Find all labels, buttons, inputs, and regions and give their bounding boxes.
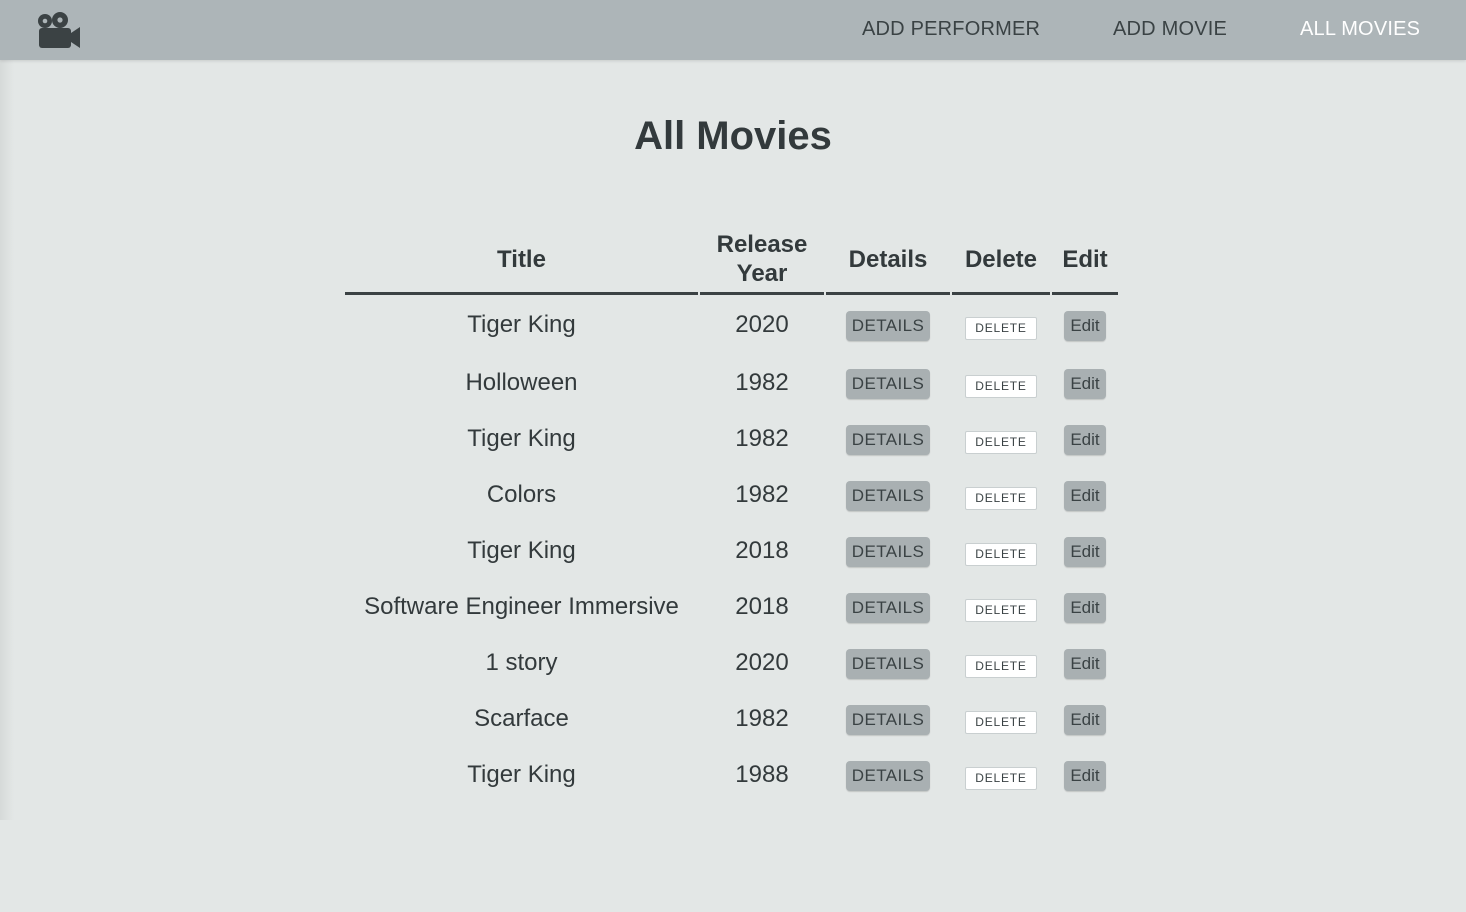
edit-cell: Edit <box>1052 411 1118 467</box>
table-row: Software Engineer Immersive 2018 DETAILS… <box>345 579 1118 635</box>
left-edge-shadow <box>0 60 14 820</box>
edit-button[interactable]: Edit <box>1064 310 1106 341</box>
edit-button[interactable]: Edit <box>1064 480 1106 511</box>
page-title: All Movies <box>634 114 832 158</box>
movies-table-header: Title Release Year Details Delete Edit <box>345 226 1118 295</box>
details-button[interactable]: DETAILS <box>845 648 931 679</box>
details-button[interactable]: DETAILS <box>845 592 931 623</box>
delete-button[interactable]: DELETE <box>965 654 1037 678</box>
details-button[interactable]: DETAILS <box>845 704 931 735</box>
details-cell: DETAILS <box>826 411 950 467</box>
table-row: Holloween 1982 DETAILS DELETE Edit <box>345 355 1118 411</box>
edit-cell: Edit <box>1052 467 1118 523</box>
edit-button[interactable]: Edit <box>1064 704 1106 735</box>
nav-add-movie-link[interactable]: ADD MOVIE <box>1113 0 1227 60</box>
edit-button[interactable]: Edit <box>1064 536 1106 567</box>
delete-button[interactable]: DELETE <box>965 486 1037 510</box>
header-delete: Delete <box>952 226 1050 295</box>
table-row: Tiger King 1982 DETAILS DELETE Edit <box>345 411 1118 467</box>
movie-camera-icon[interactable] <box>36 11 82 49</box>
movie-title-cell: Tiger King <box>467 311 576 338</box>
movie-title-cell: Tiger King <box>467 425 576 452</box>
edit-cell: Edit <box>1052 295 1118 355</box>
details-cell: DETAILS <box>826 467 950 523</box>
header-edit: Edit <box>1052 226 1118 295</box>
details-cell: DETAILS <box>826 579 950 635</box>
delete-cell: DELETE <box>952 411 1050 467</box>
delete-cell: DELETE <box>952 691 1050 747</box>
header-release-year-line1: Release <box>716 231 808 258</box>
delete-button[interactable]: DELETE <box>965 710 1037 734</box>
nav-add-performer-link[interactable]: ADD PERFORMER <box>862 0 1040 60</box>
header-release-year: Release Year <box>700 226 824 295</box>
details-cell: DETAILS <box>826 635 950 691</box>
delete-cell: DELETE <box>952 355 1050 411</box>
details-button[interactable]: DETAILS <box>845 536 931 567</box>
delete-cell: DELETE <box>952 747 1050 803</box>
movie-title-cell: Tiger King <box>467 537 576 564</box>
top-navbar: ADD PERFORMER ADD MOVIE ALL MOVIES <box>0 0 1466 60</box>
edit-button[interactable]: Edit <box>1064 368 1106 399</box>
table-row: Scarface 1982 DETAILS DELETE Edit <box>345 691 1118 747</box>
details-cell: DETAILS <box>826 523 950 579</box>
movie-title-cell: Holloween <box>465 369 578 396</box>
header-release-year-line2: Year <box>736 260 788 287</box>
release-year-cell: 2020 <box>735 649 789 676</box>
edit-cell: Edit <box>1052 523 1118 579</box>
details-button[interactable]: DETAILS <box>845 368 931 399</box>
movie-title-cell: Tiger King <box>467 761 576 788</box>
movie-title-cell: Colors <box>486 481 557 508</box>
header-details: Details <box>826 226 950 295</box>
table-row: Colors 1982 DETAILS DELETE Edit <box>345 467 1118 523</box>
details-cell: DETAILS <box>826 691 950 747</box>
nav-all-movies-link[interactable]: ALL MOVIES <box>1300 0 1420 60</box>
release-year-cell: 1982 <box>735 481 789 508</box>
edit-cell: Edit <box>1052 355 1118 411</box>
release-year-cell: 2020 <box>735 311 789 338</box>
release-year-cell: 1982 <box>735 705 789 732</box>
table-row: Tiger King 1988 DETAILS DELETE Edit <box>345 747 1118 803</box>
release-year-cell: 2018 <box>735 537 789 564</box>
details-button[interactable]: DETAILS <box>845 760 931 791</box>
delete-button[interactable]: DELETE <box>965 598 1037 622</box>
movie-title-cell: Software Engineer Immersive <box>364 593 679 620</box>
details-cell: DETAILS <box>826 747 950 803</box>
edit-cell: Edit <box>1052 691 1118 747</box>
release-year-cell: 1982 <box>735 425 789 452</box>
header-title: Title <box>345 226 698 295</box>
movie-title-cell: 1 story <box>485 649 558 676</box>
details-cell: DETAILS <box>826 295 950 355</box>
movies-table-body: Tiger King 2020 DETAILS DELETE Edit Holl… <box>345 295 1118 803</box>
details-button[interactable]: DETAILS <box>845 424 931 455</box>
header-row: Title Release Year Details Delete Edit <box>345 226 1118 295</box>
movies-table: Title Release Year Details Delete Edit T… <box>343 226 1120 803</box>
edit-cell: Edit <box>1052 579 1118 635</box>
delete-cell: DELETE <box>952 523 1050 579</box>
edit-button[interactable]: Edit <box>1064 648 1106 679</box>
details-button[interactable]: DETAILS <box>845 310 931 341</box>
table-row: Tiger King 2018 DETAILS DELETE Edit <box>345 523 1118 579</box>
movie-title-cell: Scarface <box>474 705 569 732</box>
edit-button[interactable]: Edit <box>1064 760 1106 791</box>
delete-cell: DELETE <box>952 635 1050 691</box>
details-button[interactable]: DETAILS <box>845 480 931 511</box>
delete-cell: DELETE <box>952 467 1050 523</box>
release-year-cell: 1982 <box>735 369 789 396</box>
delete-button[interactable]: DELETE <box>965 542 1037 566</box>
edit-button[interactable]: Edit <box>1064 424 1106 455</box>
release-year-cell: 2018 <box>735 593 789 620</box>
delete-button[interactable]: DELETE <box>965 430 1037 454</box>
delete-button[interactable]: DELETE <box>965 766 1037 790</box>
edit-cell: Edit <box>1052 747 1118 803</box>
delete-cell: DELETE <box>952 579 1050 635</box>
table-row: 1 story 2020 DETAILS DELETE Edit <box>345 635 1118 691</box>
delete-button[interactable]: DELETE <box>965 316 1037 340</box>
delete-cell: DELETE <box>952 295 1050 355</box>
edit-button[interactable]: Edit <box>1064 592 1106 623</box>
table-row: Tiger King 2020 DETAILS DELETE Edit <box>345 295 1118 355</box>
details-cell: DETAILS <box>826 355 950 411</box>
delete-button[interactable]: DELETE <box>965 374 1037 398</box>
edit-cell: Edit <box>1052 635 1118 691</box>
release-year-cell: 1988 <box>735 761 789 788</box>
